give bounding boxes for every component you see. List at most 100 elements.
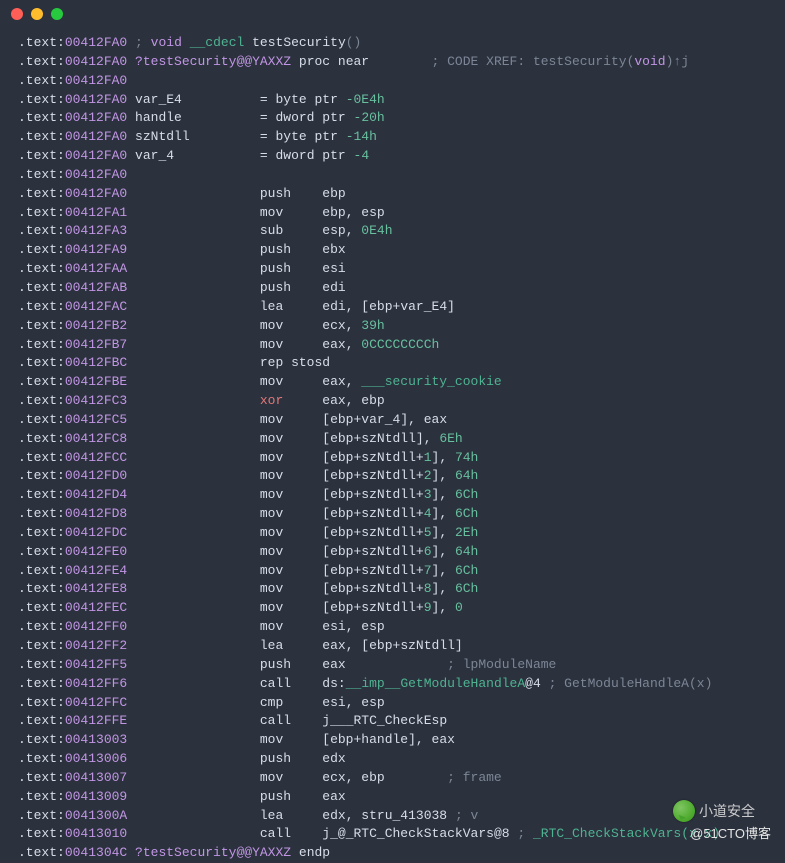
address: 00412FA0 <box>65 92 127 107</box>
close-icon[interactable] <box>11 8 23 20</box>
disassembly-listing[interactable]: .text:00412FA0 ; void __cdecl testSecuri… <box>0 28 785 863</box>
wechat-icon <box>673 800 695 822</box>
asm-line[interactable]: .text:0041300A lea edx, stru_413038 ; v <box>18 807 775 826</box>
asm-line[interactable]: .text:00412FA0 <box>18 72 775 91</box>
segment-prefix: .text: <box>18 826 65 841</box>
asm-line[interactable]: .text:00412FAB push edi <box>18 279 775 298</box>
asm-line[interactable]: .text:00412FD0 mov [ebp+szNtdll+2], 64h <box>18 467 775 486</box>
asm-line[interactable]: .text:00412FC8 mov [ebp+szNtdll], 6Eh <box>18 430 775 449</box>
asm-line[interactable]: .text:00412FD8 mov [ebp+szNtdll+4], 6Ch <box>18 505 775 524</box>
address: 00412FC3 <box>65 393 127 408</box>
asm-line[interactable]: .text:00413010 call j_@_RTC_CheckStackVa… <box>18 825 775 844</box>
asm-line[interactable]: .text:00412FA0 var_4 = dword ptr -4 <box>18 147 775 166</box>
address: 00412FDC <box>65 525 127 540</box>
asm-line[interactable]: .text:00412FA1 mov ebp, esp <box>18 204 775 223</box>
address: 00412FC5 <box>65 412 127 427</box>
address: 00412FF6 <box>65 676 127 691</box>
address: 00413003 <box>65 732 127 747</box>
address: 00412FA9 <box>65 242 127 257</box>
asm-line[interactable]: .text:00413009 push eax <box>18 788 775 807</box>
asm-line[interactable]: .text:00412FB2 mov ecx, 39h <box>18 317 775 336</box>
segment-prefix: .text: <box>18 808 65 823</box>
asm-line[interactable]: .text:00413003 mov [ebp+handle], eax <box>18 731 775 750</box>
segment-prefix: .text: <box>18 563 65 578</box>
asm-line[interactable]: .text:00412FF2 lea eax, [ebp+szNtdll] <box>18 637 775 656</box>
segment-prefix: .text: <box>18 450 65 465</box>
segment-prefix: .text: <box>18 337 65 352</box>
segment-prefix: .text: <box>18 280 65 295</box>
address: 00412FAA <box>65 261 127 276</box>
segment-prefix: .text: <box>18 242 65 257</box>
segment-prefix: .text: <box>18 657 65 672</box>
segment-prefix: .text: <box>18 223 65 238</box>
asm-line[interactable]: .text:00412FBE mov eax, ___security_cook… <box>18 373 775 392</box>
address: 00412FA3 <box>65 223 127 238</box>
asm-line[interactable]: .text:0041304C ?testSecurity@@YAXXZ endp <box>18 844 775 863</box>
asm-line[interactable]: .text:00412FA9 push ebx <box>18 241 775 260</box>
asm-line[interactable]: .text:00412FA0 handle = dword ptr -20h <box>18 109 775 128</box>
segment-prefix: .text: <box>18 148 65 163</box>
address: 00412FA0 <box>65 167 127 182</box>
segment-prefix: .text: <box>18 374 65 389</box>
address: 00412FCC <box>65 450 127 465</box>
address: 00412FA1 <box>65 205 127 220</box>
segment-prefix: .text: <box>18 186 65 201</box>
asm-line[interactable]: .text:00412FE0 mov [ebp+szNtdll+6], 64h <box>18 543 775 562</box>
asm-line[interactable]: .text:00413006 push edx <box>18 750 775 769</box>
asm-line[interactable]: .text:00412FA0 ?testSecurity@@YAXXZ proc… <box>18 53 775 72</box>
asm-line[interactable]: .text:00412FF6 call ds:__imp__GetModuleH… <box>18 675 775 694</box>
minimize-icon[interactable] <box>31 8 43 20</box>
asm-line[interactable]: .text:00412FE8 mov [ebp+szNtdll+8], 6Ch <box>18 580 775 599</box>
asm-line[interactable]: .text:00412FD4 mov [ebp+szNtdll+3], 6Ch <box>18 486 775 505</box>
address: 00412FA0 <box>65 73 127 88</box>
address: 00412FA0 <box>65 110 127 125</box>
asm-line[interactable]: .text:00412FB7 mov eax, 0CCCCCCCCh <box>18 336 775 355</box>
segment-prefix: .text: <box>18 468 65 483</box>
address: 00412FD0 <box>65 468 127 483</box>
asm-line[interactable]: .text:00412FA0 var_E4 = byte ptr -0E4h <box>18 91 775 110</box>
segment-prefix: .text: <box>18 299 65 314</box>
zoom-icon[interactable] <box>51 8 63 20</box>
asm-line[interactable]: .text:00412FA0 ; void __cdecl testSecuri… <box>18 34 775 53</box>
asm-line[interactable]: .text:00412FF5 push eax ; lpModuleName <box>18 656 775 675</box>
asm-line[interactable]: .text:00412FCC mov [ebp+szNtdll+1], 74h <box>18 449 775 468</box>
asm-line[interactable]: .text:00412FC3 xor eax, ebp <box>18 392 775 411</box>
asm-line[interactable]: .text:00412FA3 sub esp, 0E4h <box>18 222 775 241</box>
asm-line[interactable]: .text:00412FDC mov [ebp+szNtdll+5], 2Eh <box>18 524 775 543</box>
segment-prefix: .text: <box>18 412 65 427</box>
address: 00412FD4 <box>65 487 127 502</box>
segment-prefix: .text: <box>18 167 65 182</box>
address: 00412FF0 <box>65 619 127 634</box>
asm-line[interactable]: .text:00412FC5 mov [ebp+var_4], eax <box>18 411 775 430</box>
address: 00412FA0 <box>65 148 127 163</box>
segment-prefix: .text: <box>18 732 65 747</box>
address: 00412FA0 <box>65 186 127 201</box>
segment-prefix: .text: <box>18 261 65 276</box>
segment-prefix: .text: <box>18 525 65 540</box>
address: 00413010 <box>65 826 127 841</box>
asm-line[interactable]: .text:00413007 mov ecx, ebp ; frame <box>18 769 775 788</box>
address: 00412FBE <box>65 374 127 389</box>
address: 00412FFE <box>65 713 127 728</box>
segment-prefix: .text: <box>18 129 65 144</box>
asm-line[interactable]: .text:00412FFE call j___RTC_CheckEsp <box>18 712 775 731</box>
segment-prefix: .text: <box>18 676 65 691</box>
address: 00412FFC <box>65 695 127 710</box>
asm-line[interactable]: .text:00412FBC rep stosd <box>18 354 775 373</box>
asm-line[interactable]: .text:00412FE4 mov [ebp+szNtdll+7], 6Ch <box>18 562 775 581</box>
address: 00412FA0 <box>65 129 127 144</box>
segment-prefix: .text: <box>18 770 65 785</box>
asm-line[interactable]: .text:00412FA0 <box>18 166 775 185</box>
segment-prefix: .text: <box>18 713 65 728</box>
address: 00412FA0 <box>65 54 127 69</box>
asm-line[interactable]: .text:00412FA0 szNtdll = byte ptr -14h <box>18 128 775 147</box>
asm-line[interactable]: .text:00412FF0 mov esi, esp <box>18 618 775 637</box>
asm-line[interactable]: .text:00412FFC cmp esi, esp <box>18 694 775 713</box>
wechat-watermark: 小道安全 <box>673 800 755 822</box>
segment-prefix: .text: <box>18 638 65 653</box>
asm-line[interactable]: .text:00412FAC lea edi, [ebp+var_E4] <box>18 298 775 317</box>
asm-line[interactable]: .text:00412FA0 push ebp <box>18 185 775 204</box>
asm-line[interactable]: .text:00412FAA push esi <box>18 260 775 279</box>
asm-line[interactable]: .text:00412FEC mov [ebp+szNtdll+9], 0 <box>18 599 775 618</box>
segment-prefix: .text: <box>18 695 65 710</box>
